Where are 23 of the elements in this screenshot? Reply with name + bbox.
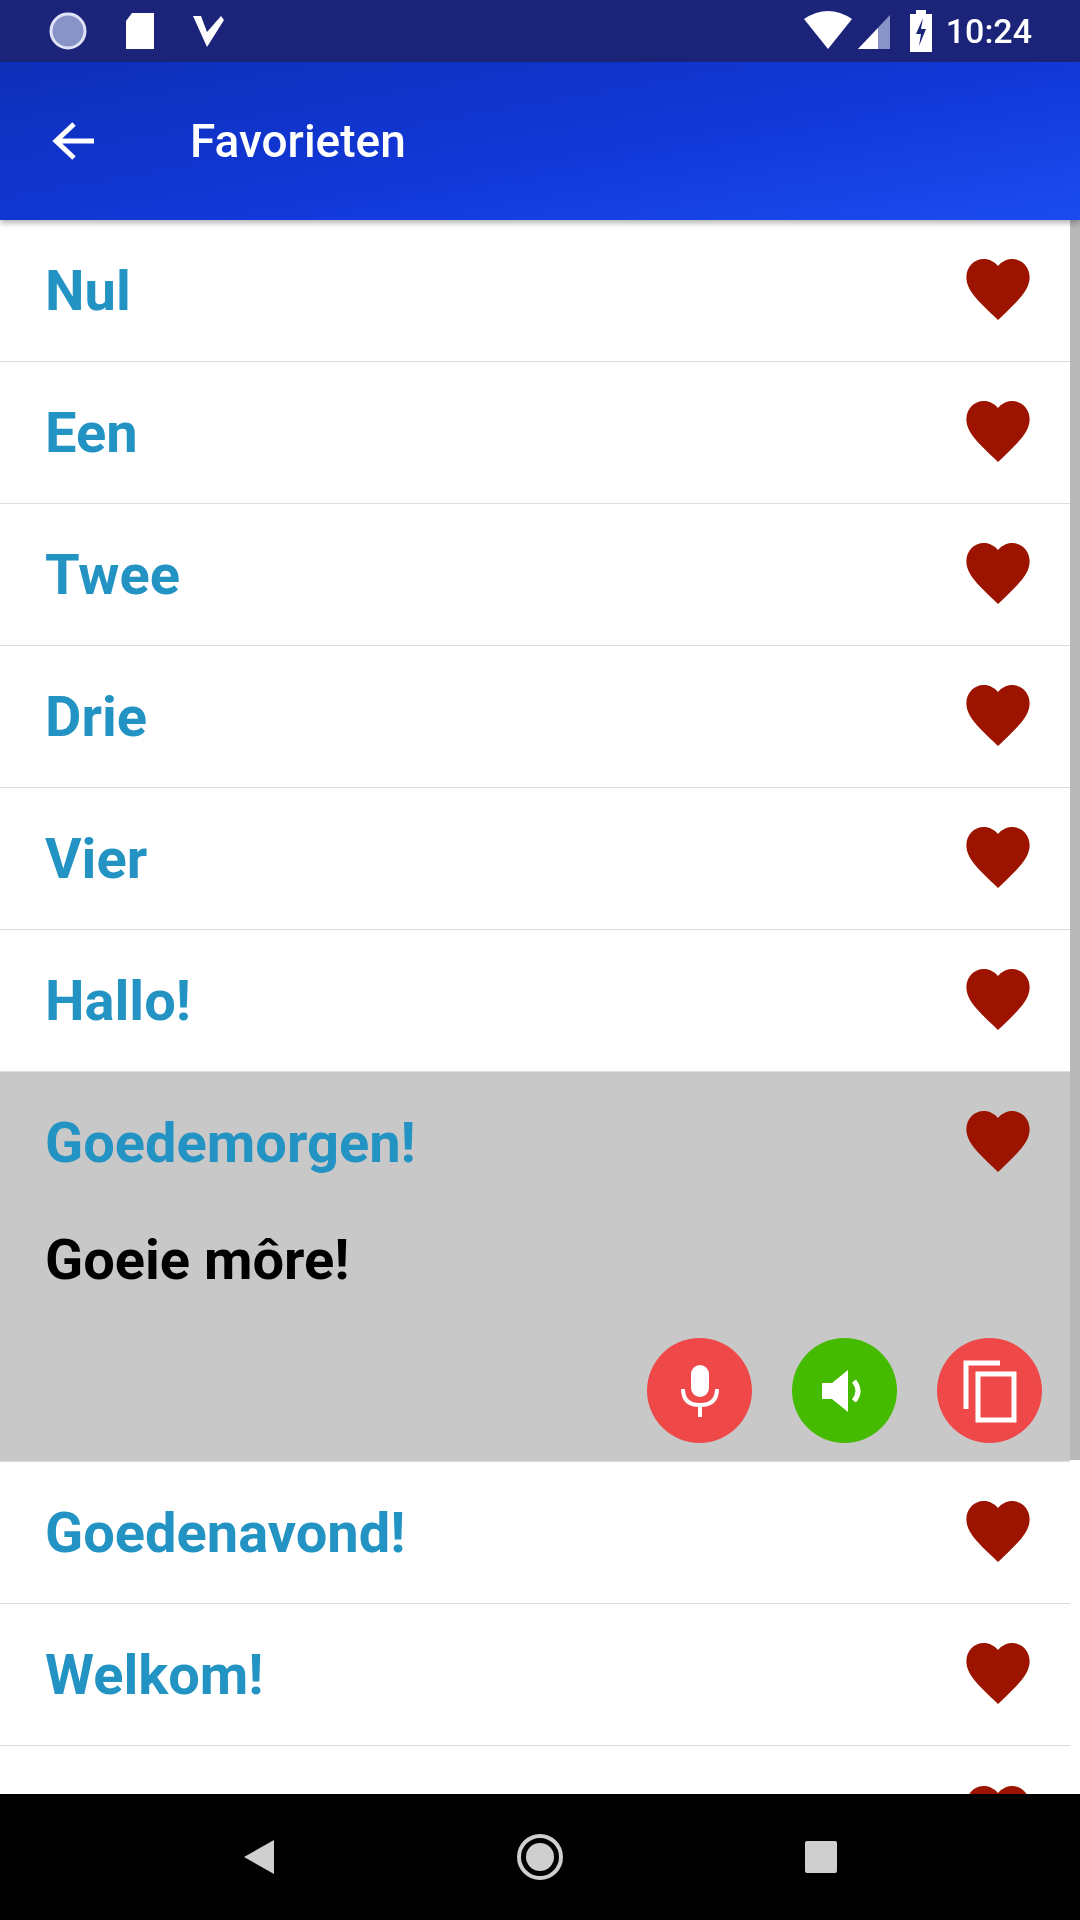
square-icon[interactable] bbox=[804, 1840, 838, 1874]
translation-text: Goeie môre! bbox=[45, 1226, 351, 1295]
phrase-text: Een bbox=[45, 399, 138, 468]
wifi-icon bbox=[803, 11, 852, 51]
checkmark-icon bbox=[190, 13, 226, 49]
screen-title: Favorieten bbox=[190, 112, 406, 170]
home-circle-icon[interactable] bbox=[516, 1833, 564, 1881]
phrase-text: Nul bbox=[45, 257, 131, 326]
back-triangle-icon[interactable] bbox=[242, 1838, 276, 1876]
copy-icon bbox=[961, 1358, 1018, 1423]
phrase-text: Welkom! bbox=[45, 1641, 264, 1710]
phrase-text: Vier bbox=[45, 825, 148, 894]
battery-icon bbox=[909, 10, 932, 52]
phrase-text: Drie bbox=[45, 683, 147, 752]
sd-card-icon bbox=[124, 11, 156, 51]
phrase-text: Goedenavond! bbox=[45, 1499, 406, 1568]
expanded-list-item[interactable]: Goedemorgen! Goeie môre! bbox=[0, 1072, 1070, 1462]
clock-time: 10:24 bbox=[945, 9, 1032, 53]
phrase-text: Twee bbox=[45, 541, 180, 610]
back-arrow-icon bbox=[52, 121, 96, 161]
phrase-text: Goedemorgen! bbox=[45, 1109, 416, 1178]
loading-icon bbox=[48, 11, 88, 51]
phrase-text: Hallo! bbox=[45, 967, 191, 1036]
